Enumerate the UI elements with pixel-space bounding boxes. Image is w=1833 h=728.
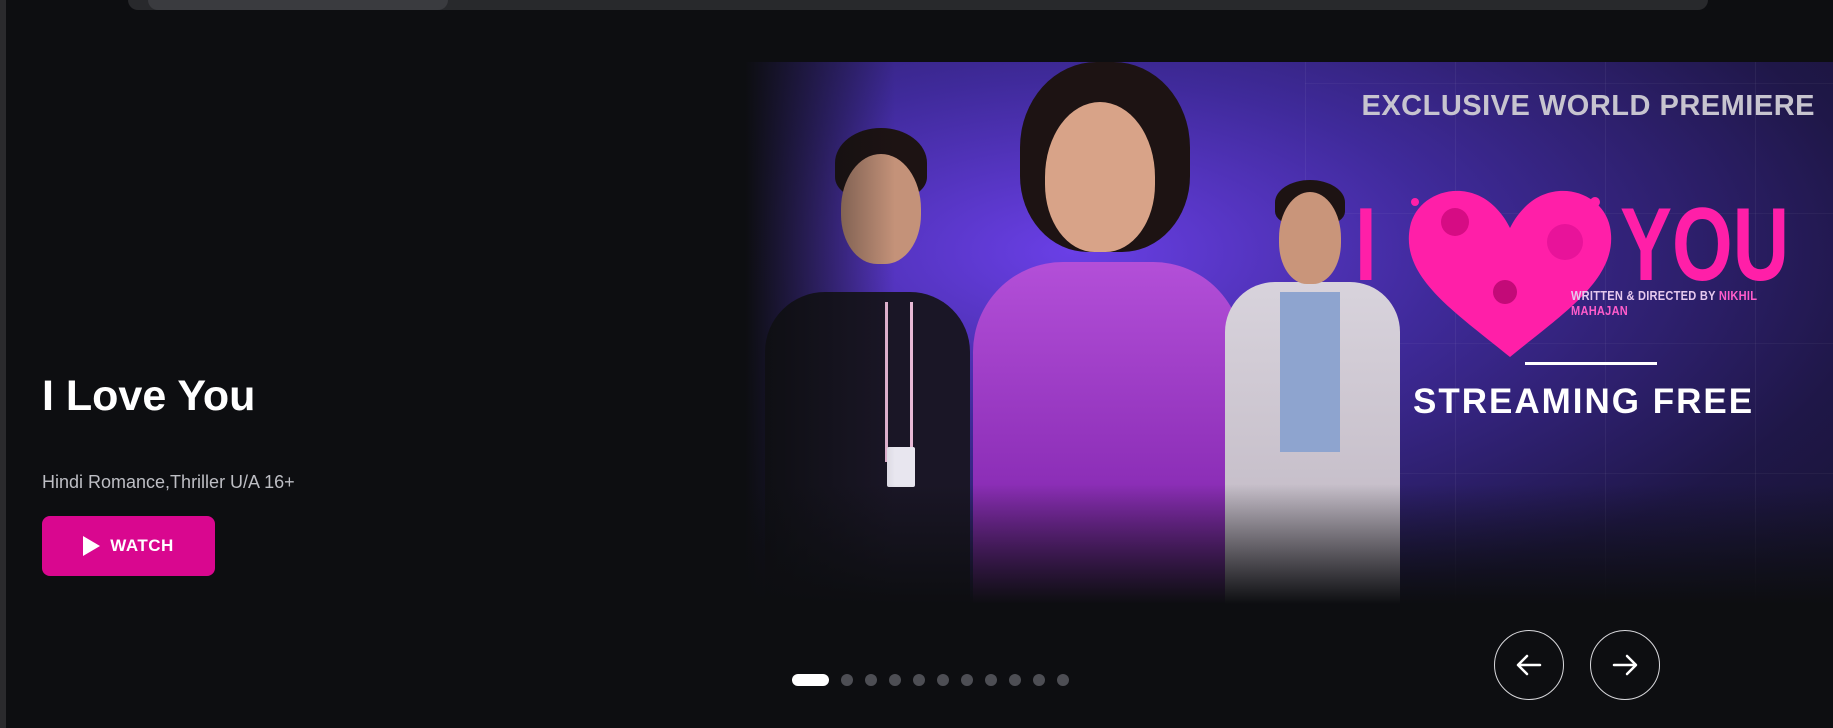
poster-title-i: I (1355, 187, 1377, 303)
banner-fade-bottom (745, 484, 1833, 604)
watch-button[interactable]: WATCH (42, 516, 215, 576)
carousel-dot[interactable] (985, 674, 997, 686)
hero-title: I Love You (42, 372, 256, 420)
poster-credit: WRITTEN & DIRECTED BY NIKHIL MAHAJAN (1571, 288, 1794, 318)
arrow-left-icon (1516, 654, 1542, 676)
carousel-pagination (792, 674, 1069, 686)
carousel-next-button[interactable] (1590, 630, 1660, 700)
window-edge (0, 0, 6, 728)
top-scroll-track[interactable] (128, 0, 1708, 10)
arrow-right-icon (1612, 654, 1638, 676)
hero-banner-image: EXCLUSIVE WORLD PREMIERE I YOU WRITTEN &… (745, 62, 1833, 604)
play-icon (83, 536, 101, 556)
carousel-dot[interactable] (1033, 674, 1045, 686)
carousel-dot[interactable] (865, 674, 877, 686)
carousel-dot[interactable] (792, 674, 829, 686)
poster-exclusive-text: EXCLUSIVE WORLD PREMIERE (1361, 90, 1815, 122)
hero-meta: Hindi Romance,Thriller U/A 16+ (42, 472, 295, 492)
carousel-dot[interactable] (961, 674, 973, 686)
poster-streaming-text: STREAMING FREE (1413, 382, 1755, 421)
watch-button-label: WATCH (110, 536, 174, 555)
carousel-dot[interactable] (1057, 674, 1069, 686)
poster-credit-prefix: WRITTEN & DIRECTED BY (1571, 288, 1716, 303)
carousel-dot[interactable] (913, 674, 925, 686)
carousel-dot[interactable] (1009, 674, 1021, 686)
carousel-prev-button[interactable] (1494, 630, 1564, 700)
carousel-dot[interactable] (841, 674, 853, 686)
carousel-dot[interactable] (937, 674, 949, 686)
poster-divider (1525, 362, 1657, 365)
top-scroll-thumb[interactable] (148, 0, 448, 10)
heart-icon (1408, 190, 1612, 357)
carousel-dot[interactable] (889, 674, 901, 686)
poster-title-you: YOU (1620, 187, 1790, 303)
